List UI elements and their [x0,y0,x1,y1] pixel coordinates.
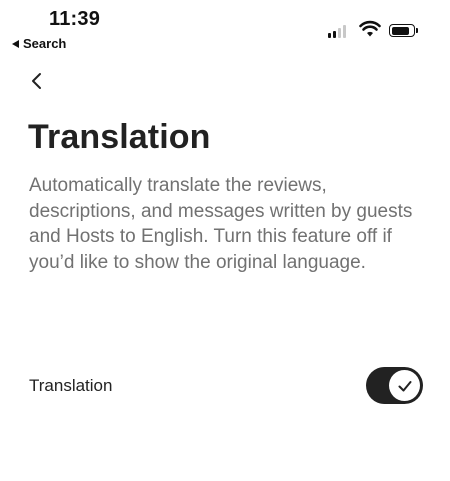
status-time: 11:39 [49,8,101,30]
cellular-signal-icon [328,24,348,38]
back-triangle-icon [12,39,19,48]
back-to-app-link[interactable]: Search [12,36,66,51]
status-bar: 11:39 Search [0,0,450,56]
translation-setting-label: Translation [29,376,113,395]
back-to-app-label: Search [23,36,67,51]
page-title: Translation [28,118,211,156]
translation-setting-row: Translation [29,366,424,406]
back-button[interactable] [22,66,52,96]
battery-icon [389,24,418,37]
chevron-left-icon [32,73,41,89]
page-description: Automatically translate the reviews, des… [29,175,413,273]
toggle-knob [389,370,420,401]
wifi-icon [359,20,381,37]
translation-toggle[interactable] [366,367,423,404]
check-icon [398,380,411,391]
